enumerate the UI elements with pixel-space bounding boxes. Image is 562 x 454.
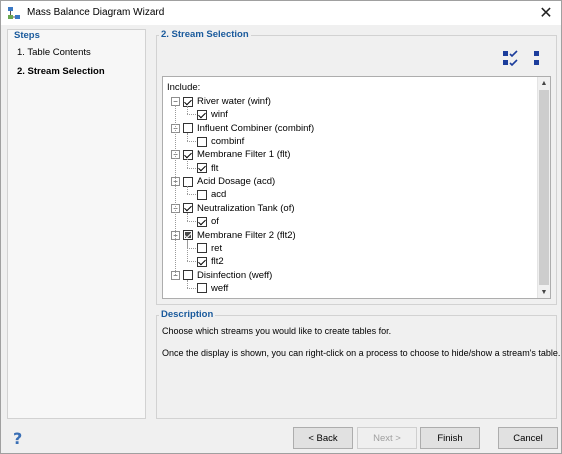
steps-title: Steps: [14, 30, 40, 41]
stream-label: winf: [211, 109, 228, 121]
stream-label: River water (winf): [197, 96, 271, 107]
stream-checkbox[interactable]: [183, 230, 193, 240]
tree-connector: [187, 186, 188, 195]
stream-label: acd: [211, 189, 227, 201]
steps-panel: [7, 29, 146, 419]
tree-parent-row[interactable]: − Membrane Filter 1 (flt): [171, 148, 290, 161]
description-title: Description: [159, 309, 216, 320]
tree-child-row[interactable]: flt2: [197, 255, 224, 268]
stream-label: Membrane Filter 2 (flt2): [197, 229, 296, 241]
stream-checkbox[interactable]: [197, 216, 207, 227]
stream-checkbox[interactable]: [183, 176, 193, 187]
tree-connector: [187, 141, 196, 143]
tree-connector: [187, 239, 188, 262]
tree-connector: [187, 261, 196, 263]
back-button[interactable]: < Back: [293, 427, 353, 449]
tree-child-row[interactable]: flt: [197, 162, 218, 175]
tree-connector: [187, 167, 196, 169]
stream-checkbox[interactable]: [197, 189, 207, 200]
stream-checkbox[interactable]: [197, 136, 207, 147]
step-stream-selection: 2. Stream Selection: [17, 66, 105, 77]
tree-child-row[interactable]: ret: [197, 242, 222, 255]
stream-checkbox[interactable]: [183, 203, 193, 214]
include-label: Include:: [167, 82, 201, 93]
stream-label: flt2: [211, 256, 224, 268]
stream-label: of: [211, 216, 219, 228]
tree-connector: [187, 132, 188, 142]
tree-connector: [187, 279, 188, 288]
stream-checkbox[interactable]: [197, 283, 207, 294]
stream-label: combinf: [211, 136, 245, 148]
tree-child-row[interactable]: winf: [197, 108, 228, 121]
stream-checkbox[interactable]: [197, 163, 207, 174]
tree-connector: [187, 287, 196, 289]
step-table-contents: 1. Table Contents: [17, 47, 91, 58]
cancel-button[interactable]: Cancel: [498, 427, 558, 449]
tree-parent-row[interactable]: − River water (winf): [171, 95, 271, 108]
tree-parent-row[interactable]: − Membrane Filter 2 (flt2): [171, 229, 296, 242]
tree-parent-row[interactable]: − Neutralization Tank (of): [171, 202, 295, 215]
wizard-window: Mass Balance Diagram Wizard ✕ Steps 1. T…: [0, 0, 562, 454]
help-icon[interactable]: ?: [9, 429, 27, 447]
scroll-down-arrow-icon[interactable]: ▼: [538, 286, 550, 298]
scroll-thumb[interactable]: [539, 90, 549, 285]
scroll-up-arrow-icon[interactable]: ▲: [538, 77, 550, 89]
stream-checkbox[interactable]: [197, 109, 207, 120]
tree-connector: [175, 105, 176, 275]
stream-label: Neutralization Tank (of): [197, 202, 295, 214]
close-icon: ✕: [539, 5, 553, 22]
tree-child-row[interactable]: weff: [197, 282, 228, 295]
stream-label: Acid Dosage (acd): [197, 176, 276, 188]
window-title: Mass Balance Diagram Wizard: [27, 7, 165, 18]
stream-checkbox[interactable]: [197, 256, 207, 267]
tree-connector: [187, 221, 196, 223]
stream-checkbox[interactable]: [197, 243, 207, 254]
tree-connector: [187, 194, 196, 196]
stream-checkbox[interactable]: [183, 96, 193, 107]
finish-button[interactable]: Finish: [420, 427, 480, 449]
vertical-scrollbar[interactable]: ▲ ▼: [537, 77, 550, 298]
stream-label: weff: [211, 282, 229, 294]
stream-checkbox[interactable]: [183, 123, 193, 134]
description-line-2: Once the display is shown, you can right…: [162, 348, 561, 358]
svg-text:?: ?: [13, 429, 22, 447]
tree-connector: [187, 247, 196, 249]
stream-label: flt: [211, 162, 219, 174]
tree-child-row[interactable]: of: [197, 215, 219, 228]
close-button[interactable]: ✕: [531, 1, 561, 25]
tree-parent-row[interactable]: − Influent Combiner (combinf): [171, 122, 314, 135]
stream-checkbox[interactable]: [183, 149, 193, 160]
title-bar: Mass Balance Diagram Wizard ✕: [1, 1, 561, 25]
tree-connector: [187, 114, 196, 116]
uncheck-all-icon[interactable]: [528, 48, 548, 68]
next-button[interactable]: Next >: [357, 427, 417, 449]
stream-label: Disinfection (weff): [197, 269, 273, 281]
tree-connector: [187, 159, 188, 168]
description-line-1: Choose which streams you would like to c…: [162, 326, 392, 336]
stream-label: Influent Combiner (combinf): [197, 122, 315, 134]
stream-label: Membrane Filter 1 (flt): [197, 149, 291, 161]
check-all-icon[interactable]: [501, 48, 521, 68]
tree-child-row[interactable]: combinf: [197, 135, 244, 148]
stream-selection-title: 2. Stream Selection: [159, 29, 251, 40]
tree-connector: [187, 212, 188, 222]
app-diagram-icon: [8, 7, 20, 19]
stream-checkbox[interactable]: [183, 270, 193, 281]
stream-label: ret: [211, 242, 223, 254]
tree-child-row[interactable]: acd: [197, 188, 226, 201]
tree-connector: [187, 106, 188, 115]
